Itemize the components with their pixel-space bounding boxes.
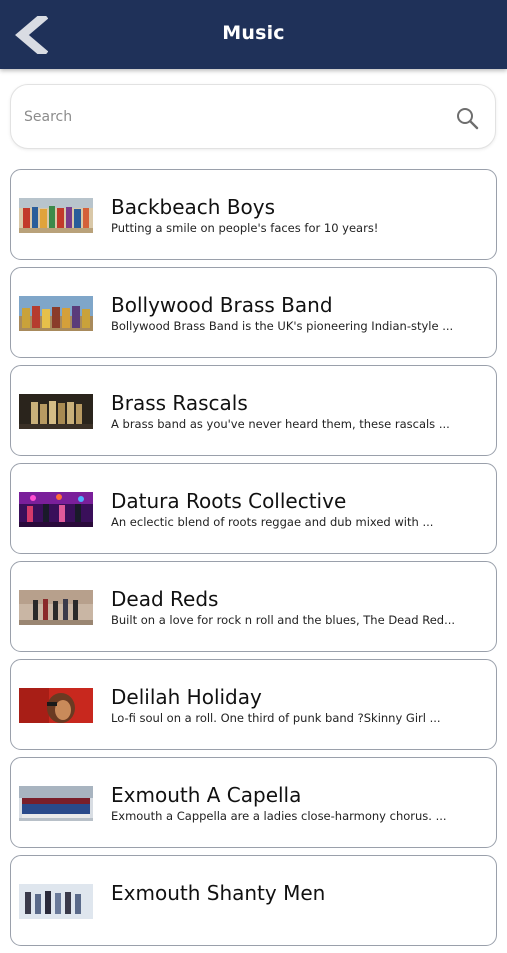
item-title: Exmouth Shanty Men bbox=[111, 881, 326, 905]
band-thumbnail bbox=[19, 394, 93, 429]
item-description: Exmouth a Cappella are a ladies close-ha… bbox=[111, 809, 447, 823]
item-description: A brass band as you've never heard them,… bbox=[111, 417, 450, 431]
item-description: Bollywood Brass Band is the UK's pioneer… bbox=[111, 319, 454, 333]
band-thumbnail bbox=[19, 198, 93, 233]
list-item[interactable]: Dead Reds Built on a love for rock n rol… bbox=[10, 561, 497, 652]
item-title: Dead Reds bbox=[111, 587, 219, 611]
band-thumbnail bbox=[19, 688, 93, 723]
list-item[interactable]: Exmouth Shanty Men bbox=[10, 855, 497, 946]
list-item[interactable]: Backbeach Boys Putting a smile on people… bbox=[10, 169, 497, 260]
band-thumbnail bbox=[19, 296, 93, 331]
item-title: Datura Roots Collective bbox=[111, 489, 347, 513]
item-description: Putting a smile on people's faces for 10… bbox=[111, 221, 379, 235]
band-thumbnail bbox=[19, 786, 93, 821]
item-description: Lo-fi soul on a roll. One third of punk … bbox=[111, 711, 441, 725]
page-title: Music bbox=[222, 22, 285, 44]
band-thumbnail bbox=[19, 884, 93, 919]
band-thumbnail bbox=[19, 492, 93, 527]
search-input[interactable] bbox=[24, 105, 424, 129]
search-bar[interactable] bbox=[10, 84, 496, 149]
list-item[interactable]: Delilah Holiday Lo-fi soul on a roll. On… bbox=[10, 659, 497, 750]
item-title: Brass Rascals bbox=[111, 391, 248, 415]
item-title: Bollywood Brass Band bbox=[111, 293, 333, 317]
item-description: An eclectic blend of roots reggae and du… bbox=[111, 515, 434, 529]
search-icon[interactable] bbox=[455, 106, 479, 130]
list-item[interactable]: Brass Rascals A brass band as you've nev… bbox=[10, 365, 497, 456]
list-item[interactable]: Exmouth A Capella Exmouth a Cappella are… bbox=[10, 757, 497, 848]
item-description: Built on a love for rock n roll and the … bbox=[111, 613, 456, 627]
band-thumbnail bbox=[19, 590, 93, 625]
list-item[interactable]: Bollywood Brass Band Bollywood Brass Ban… bbox=[10, 267, 497, 358]
list-item[interactable]: Datura Roots Collective An eclectic blen… bbox=[10, 463, 497, 554]
item-title: Backbeach Boys bbox=[111, 195, 276, 219]
item-title: Delilah Holiday bbox=[111, 685, 262, 709]
item-title: Exmouth A Capella bbox=[111, 783, 302, 807]
app-header: Music bbox=[0, 0, 507, 69]
music-list: Backbeach Boys Putting a smile on people… bbox=[10, 169, 498, 953]
